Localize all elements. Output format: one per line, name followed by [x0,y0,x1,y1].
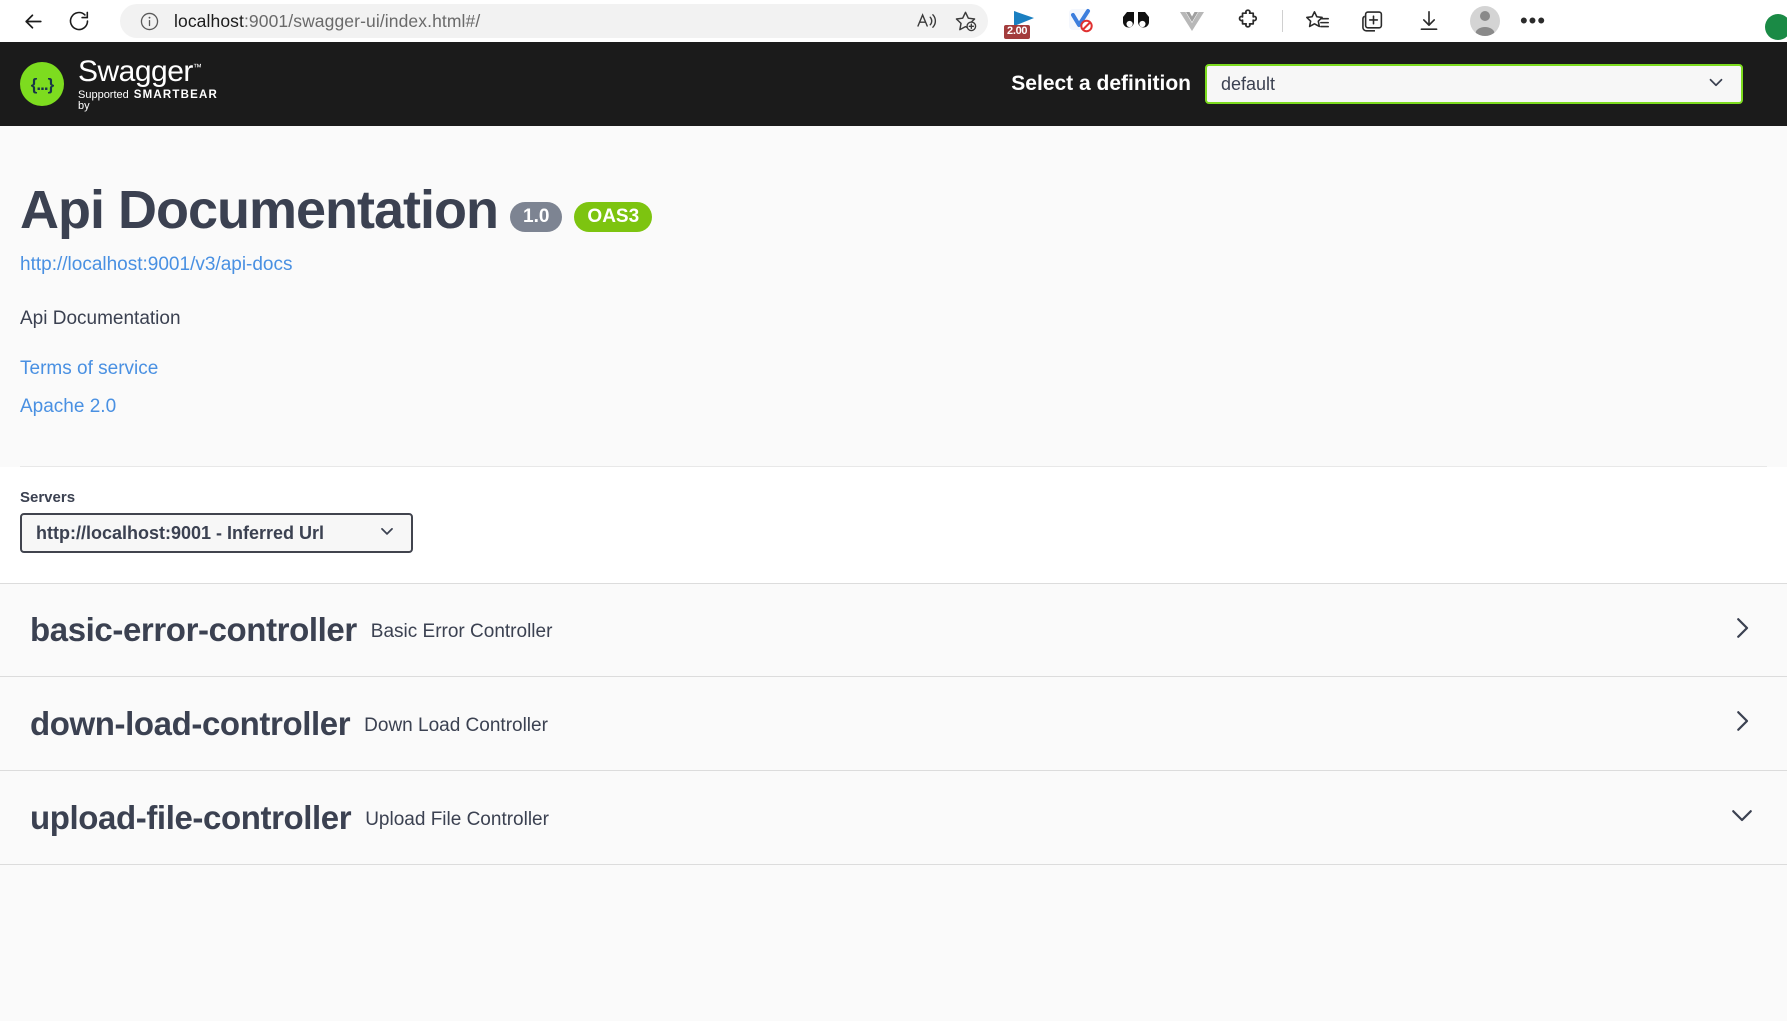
chevron-right-icon[interactable] [1727,613,1757,648]
chevron-down-icon [1705,71,1727,98]
extensions-puzzle-icon[interactable] [1220,1,1276,41]
definition-select[interactable]: default [1205,64,1743,104]
downloads-icon[interactable] [1401,1,1457,41]
swagger-braces-icon: {...} [20,62,64,106]
smartbear-brand: SMARTBEAR [133,88,219,101]
reload-button[interactable] [56,2,102,40]
supported-by-text: Supported by [78,88,129,112]
collections-icon[interactable] [1289,1,1345,41]
swagger-logo-glyph: {...} [30,74,54,94]
api-title-row: Api Documentation 1.0 OAS3 [20,180,1767,240]
read-aloud-icon[interactable] [910,6,944,36]
extension-badge-count: 2.00 [1004,25,1031,39]
url-path: :9001/swagger-ui/index.html#/ [243,10,481,31]
browser-toolbar: localhost:9001/swagger-ui/index.html#/ 2… [0,0,1787,42]
tag-description: Basic Error Controller [370,621,553,643]
chevron-down-icon [377,521,397,546]
terms-of-service-link[interactable]: Terms of service [20,358,1767,380]
select-definition-label: Select a definition [1011,72,1191,95]
split-screen-icon[interactable] [1345,1,1401,41]
back-button[interactable] [10,2,56,40]
api-description: Api Documentation [20,308,181,330]
servers-label: Servers [20,489,76,507]
swagger-wordmark: Swagger™ [78,54,218,88]
binoculars-extension-icon[interactable] [1108,1,1164,41]
address-bar-text: localhost:9001/swagger-ui/index.html#/ [174,11,480,32]
adblock-icon[interactable] [1052,1,1108,41]
tag-row[interactable]: basic-error-controller Basic Error Contr… [0,583,1787,678]
reload-icon [67,9,91,33]
definition-select-value: default [1221,73,1276,94]
version-badge: 1.0 [510,201,563,232]
server-select[interactable]: http://localhost:9001 - Inferred Url [20,513,413,554]
tags-list: basic-error-controller Basic Error Contr… [0,583,1787,866]
extensions-tray: 2.00 ••• [996,1,1787,41]
tag-row[interactable]: down-load-controller Down Load Controlle… [0,677,1787,772]
profile-avatar-icon [1470,6,1500,36]
swagger-topbar: {...} Swagger™ Supported by SMARTBEAR Se… [0,42,1787,126]
video-download-helper-icon[interactable]: 2.00 [996,1,1052,41]
tag-description: Upload File Controller [365,808,549,830]
edge-copilot-icon [1765,14,1787,40]
address-bar[interactable]: localhost:9001/swagger-ui/index.html#/ [120,4,988,38]
api-info-block: Api Documentation 1.0 OAS3 http://localh… [0,126,1787,468]
swagger-page: Api Documentation 1.0 OAS3 http://localh… [0,126,1787,866]
oas-version-badge: OAS3 [574,201,653,232]
add-to-favorites-icon[interactable] [948,6,982,36]
settings-and-more-button[interactable]: ••• [1513,1,1787,41]
vue-devtools-icon[interactable] [1164,1,1220,41]
swagger-logo-link[interactable]: {...} Swagger™ Supported by SMARTBEAR [20,54,219,112]
tag-name: upload-file-controller [30,798,352,836]
url-host: localhost [174,10,244,31]
definition-selector-wrap: Select a definition default [218,64,1767,104]
tag-name: down-load-controller [30,704,351,742]
swagger-supported-by: Supported by SMARTBEAR [78,88,219,112]
tag-row[interactable]: upload-file-controller Upload File Contr… [0,771,1787,866]
tag-description: Down Load Controller [364,714,548,736]
trademark-symbol: ™ [192,61,202,72]
server-select-value: http://localhost:9001 - Inferred Url [36,522,325,543]
api-docs-url-link[interactable]: http://localhost:9001/v3/api-docs [20,254,293,276]
servers-block: Servers http://localhost:9001 - Inferred… [0,467,1787,584]
license-link[interactable]: Apache 2.0 [20,396,1767,418]
profile-button[interactable] [1457,1,1513,41]
toolbar-divider [1282,10,1283,32]
chevron-down-icon[interactable] [1727,800,1757,835]
ellipsis-icon: ••• [1519,8,1547,33]
site-information-icon[interactable] [136,8,162,34]
tag-name: basic-error-controller [30,611,357,649]
swagger-wordmark-text: Swagger [78,54,193,88]
chevron-right-icon[interactable] [1727,706,1757,741]
page-title: Api Documentation [20,180,499,240]
back-arrow-icon [21,9,46,34]
